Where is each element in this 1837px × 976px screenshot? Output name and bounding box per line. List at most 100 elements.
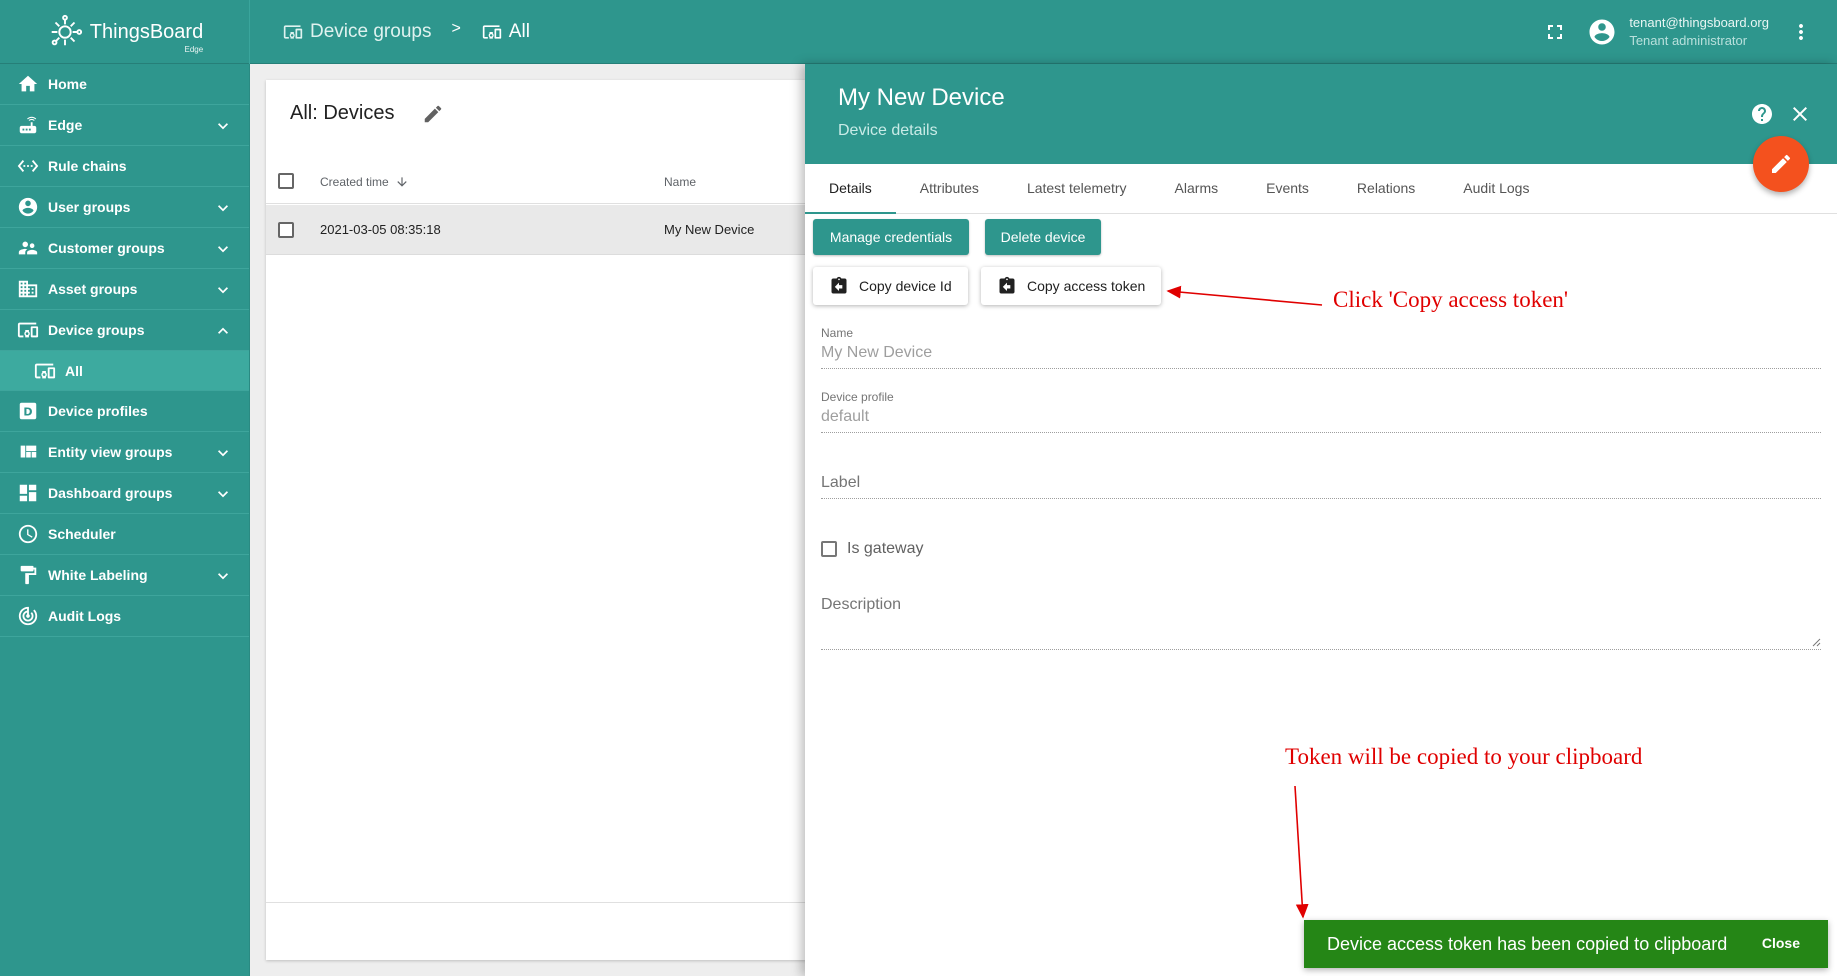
sidebar-item-user-groups[interactable]: User groups xyxy=(0,187,249,228)
label-placeholder: Label xyxy=(821,474,1821,499)
chevron-down-icon xyxy=(218,246,228,253)
sidebar-item-device-groups[interactable]: Device groups xyxy=(0,310,249,351)
sidebar-item-device-profiles[interactable]: D Device profiles xyxy=(0,391,249,432)
column-created-time[interactable]: Created time xyxy=(320,175,409,189)
breadcrumb-all: All xyxy=(481,21,530,43)
resize-handle-icon[interactable] xyxy=(1811,637,1821,647)
dashboard-icon xyxy=(19,484,37,502)
sidebar-item-all[interactable]: All xyxy=(0,351,249,391)
details-title: My New Device xyxy=(838,84,1005,111)
sidebar-item-white-labeling[interactable]: White Labeling xyxy=(0,555,249,596)
user-email: tenant@thingsboard.org xyxy=(1629,15,1769,30)
assignment-return-icon xyxy=(999,276,1015,294)
app-logo[interactable]: ThingsBoard Edge xyxy=(0,0,250,64)
row-checkbox[interactable] xyxy=(278,222,294,238)
track-changes-icon xyxy=(18,606,38,626)
name-value: My New Device xyxy=(821,344,1821,369)
list-title: All: Devices xyxy=(290,102,444,125)
devices-other-icon xyxy=(34,363,56,378)
details-tabs: Details Attributes Latest telemetry Alar… xyxy=(805,164,1837,214)
snackbar-message: Device access token has been copied to c… xyxy=(1327,933,1728,954)
delete-device-button[interactable]: Delete device xyxy=(985,219,1101,255)
description-placeholder: Description xyxy=(821,596,902,613)
snackbar-close-button[interactable]: Close xyxy=(1762,935,1800,951)
name-label: Name xyxy=(821,326,854,340)
app-edition: Edge xyxy=(184,44,204,54)
format-paint-icon xyxy=(20,565,37,585)
schedule-icon xyxy=(18,524,38,544)
account-circle-icon[interactable] xyxy=(1587,17,1617,47)
more-vert-icon[interactable] xyxy=(1789,20,1813,44)
sidebar-item-customer-groups[interactable]: Customer groups xyxy=(0,228,249,269)
tab-events[interactable]: Events xyxy=(1242,164,1333,214)
is-gateway-checkbox[interactable]: Is gateway xyxy=(821,540,923,558)
device-profile-label: Device profile xyxy=(821,390,894,404)
tab-attributes[interactable]: Attributes xyxy=(896,164,1003,214)
breadcrumb-device-groups[interactable]: Device groups xyxy=(282,21,431,43)
user-role: Tenant administrator xyxy=(1629,33,1748,48)
top-toolbar: ThingsBoard Edge Device groups > All ten… xyxy=(0,0,1837,64)
home-icon xyxy=(18,75,38,92)
details-header: My New Device Device details xyxy=(805,64,1837,164)
devices-other-icon xyxy=(482,25,501,39)
tab-latest-telemetry[interactable]: Latest telemetry xyxy=(1003,164,1151,214)
breadcrumb-separator: > xyxy=(451,20,461,37)
sidebar-item-entity-view-groups[interactable]: Entity view groups xyxy=(0,432,249,473)
sidebar-item-dashboard-groups[interactable]: Dashboard groups xyxy=(0,473,249,514)
chevron-down-icon xyxy=(218,287,228,294)
device-profile-field[interactable]: Device profile default xyxy=(821,390,1821,433)
chevron-down-icon xyxy=(218,205,228,212)
sidebar-item-home[interactable]: Home xyxy=(0,64,249,105)
tab-details[interactable]: Details xyxy=(805,164,896,214)
tab-audit-logs[interactable]: Audit Logs xyxy=(1439,164,1553,214)
user-info[interactable]: tenant@thingsboard.org Tenant administra… xyxy=(1629,14,1769,50)
sidebar-item-rule-chains[interactable]: Rule chains xyxy=(0,146,249,187)
table-header: Created time Name xyxy=(266,158,806,204)
view-quilt-icon xyxy=(20,445,37,458)
chevron-down-icon xyxy=(218,450,228,457)
name-field[interactable]: Name My New Device xyxy=(821,326,1821,369)
sidebar-item-asset-groups[interactable]: Asset groups xyxy=(0,269,249,310)
assignment-return-icon xyxy=(831,276,847,294)
edit-icon[interactable] xyxy=(422,103,444,125)
tab-relations[interactable]: Relations xyxy=(1333,164,1439,214)
select-all-checkbox[interactable] xyxy=(278,173,294,189)
row-name: My New Device xyxy=(664,222,755,237)
domain-icon xyxy=(18,280,38,298)
row-created-time: 2021-03-05 08:35:18 xyxy=(320,222,441,237)
annotation-clipboard-note: Token will be copied to your clipboard xyxy=(1285,744,1643,769)
router-icon xyxy=(19,116,37,134)
devices-other-icon xyxy=(17,322,39,338)
devices-other-icon xyxy=(283,25,303,39)
device-profile-icon: D xyxy=(19,402,37,420)
close-icon[interactable] xyxy=(1788,102,1812,126)
description-field[interactable]: Description xyxy=(821,596,1821,650)
settings-ethernet-icon xyxy=(17,160,39,172)
app-name: ThingsBoard Edge xyxy=(89,20,204,54)
help-icon[interactable] xyxy=(1750,102,1774,126)
sidebar-item-edge[interactable]: Edge xyxy=(0,105,249,146)
user-area: tenant@thingsboard.org Tenant administra… xyxy=(1543,0,1837,64)
table-row[interactable]: 2021-03-05 08:35:18 My New Device xyxy=(266,205,806,255)
snackbar: Device access token has been copied to c… xyxy=(1304,920,1828,968)
chevron-down-icon xyxy=(218,123,228,130)
manage-credentials-button[interactable]: Manage credentials xyxy=(813,219,969,255)
details-subtitle: Device details xyxy=(838,122,938,139)
chevron-down-icon xyxy=(218,491,228,498)
label-field[interactable]: Label xyxy=(821,474,1821,499)
tab-alarms[interactable]: Alarms xyxy=(1151,164,1243,214)
paginator-divider xyxy=(266,902,806,903)
breadcrumb: Device groups > All xyxy=(282,0,530,64)
thingsboard-logo-icon xyxy=(51,14,82,46)
sidebar-item-scheduler[interactable]: Scheduler xyxy=(0,514,249,555)
sidebar-item-audit-logs[interactable]: Audit Logs xyxy=(0,596,249,637)
device-details-panel: My New Device Device details Details Att… xyxy=(805,64,1837,976)
arrow-downward-icon xyxy=(397,177,407,187)
checkbox-box xyxy=(821,541,837,557)
column-name[interactable]: Name xyxy=(664,175,696,189)
annotation-click-note: Click 'Copy access token' xyxy=(1333,287,1569,312)
device-list-card: All: Devices Created time Name 2021-03-0… xyxy=(266,80,806,960)
copy-device-id-button[interactable]: Copy device Id xyxy=(813,267,968,305)
copy-access-token-button[interactable]: Copy access token xyxy=(981,267,1162,305)
fullscreen-icon[interactable] xyxy=(1543,20,1567,44)
